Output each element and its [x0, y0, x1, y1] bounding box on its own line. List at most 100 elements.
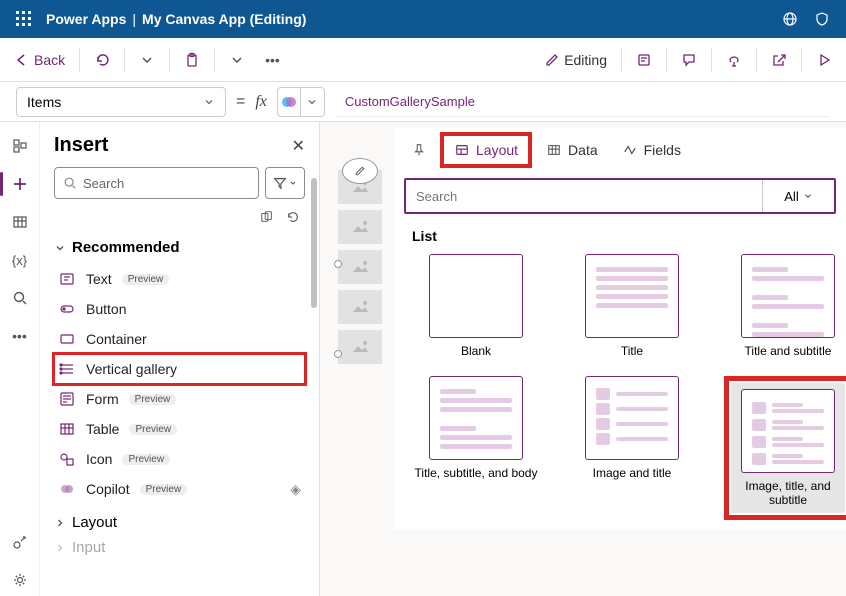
- data-icon: [546, 142, 562, 158]
- scrollbar-thumb[interactable]: [311, 178, 317, 308]
- insert-item-table[interactable]: Table Preview: [54, 414, 305, 444]
- equals-sign: =: [236, 93, 245, 111]
- insert-item-text[interactable]: Text Preview: [54, 264, 305, 294]
- share-button[interactable]: [763, 44, 795, 76]
- layout-icon: [454, 142, 470, 158]
- chevron-down-icon: [203, 96, 215, 108]
- canvas-area: Layout Data Fields All: [320, 122, 846, 596]
- input-section-header[interactable]: Input: [54, 539, 305, 556]
- back-button[interactable]: Back: [6, 44, 73, 76]
- layout-option-image-title-subtitle[interactable]: Image, title, and subtitle: [731, 383, 845, 513]
- layout-option-image-title[interactable]: Image and title: [568, 376, 696, 520]
- product-name: Power Apps: [46, 11, 126, 27]
- insert-search-input[interactable]: Search: [54, 167, 259, 199]
- editing-mode-button[interactable]: Editing: [536, 44, 615, 76]
- form-icon: [58, 390, 76, 408]
- back-label: Back: [34, 52, 65, 68]
- paste-split-chevron[interactable]: [221, 44, 253, 76]
- layout-option-title-subtitle[interactable]: Title and subtitle: [724, 254, 846, 358]
- layout-section-label: Layout: [72, 514, 117, 531]
- rail-variables-icon[interactable]: {x}: [4, 244, 36, 276]
- gallery-row-thumb: [338, 210, 382, 244]
- title-separator: |: [132, 11, 136, 27]
- gallery-icon: [58, 360, 76, 378]
- tab-layout[interactable]: Layout: [440, 132, 532, 168]
- collapse-icon[interactable]: [259, 209, 275, 225]
- suite-header: Power Apps | My Canvas App (Editing): [0, 0, 846, 38]
- pin-icon[interactable]: [402, 137, 436, 163]
- filter-button[interactable]: [265, 167, 305, 199]
- health-button[interactable]: [718, 44, 750, 76]
- insert-item-icon[interactable]: Icon Preview: [54, 444, 305, 474]
- layout-option-title[interactable]: Title: [568, 254, 696, 358]
- insert-item-container[interactable]: Container: [54, 324, 305, 354]
- rail-settings-icon[interactable]: [4, 564, 36, 596]
- undo-button[interactable]: [86, 44, 118, 76]
- layout-section-header[interactable]: Layout: [54, 514, 305, 531]
- chevron-right-icon: [54, 517, 66, 529]
- copilot-formula-icon[interactable]: [277, 87, 301, 117]
- insert-item-form[interactable]: Form Preview: [54, 384, 305, 414]
- formula-bar: Items = fx CustomGallerySample: [0, 82, 846, 122]
- undo-split-chevron[interactable]: [131, 44, 163, 76]
- formula-expand-chevron[interactable]: [301, 87, 325, 117]
- property-selector[interactable]: Items: [16, 87, 226, 117]
- refresh-icon[interactable]: [285, 209, 301, 225]
- layout-option-blank[interactable]: Blank: [412, 254, 540, 358]
- layout-search-row: All: [404, 178, 836, 214]
- insert-title: Insert: [54, 134, 305, 157]
- list-section-label: List: [412, 228, 836, 244]
- chevron-down-icon: [289, 179, 297, 187]
- table-icon: [58, 420, 76, 438]
- gallery-row-thumb: [338, 250, 382, 284]
- rail-tree-icon[interactable]: [4, 130, 36, 162]
- rail-more-icon[interactable]: •••: [4, 320, 36, 352]
- premium-icon: ◈: [290, 481, 301, 498]
- editing-label: Editing: [564, 52, 607, 68]
- text-icon: [58, 270, 76, 288]
- insert-item-vertical-gallery[interactable]: Vertical gallery: [54, 354, 305, 384]
- tab-fields[interactable]: Fields: [612, 136, 691, 164]
- insert-item-button[interactable]: Button: [54, 294, 305, 324]
- resize-handle[interactable]: [334, 260, 342, 268]
- layout-search-input[interactable]: [406, 180, 762, 212]
- tab-data[interactable]: Data: [536, 136, 608, 164]
- container-icon: [58, 330, 76, 348]
- waffle-icon[interactable]: [8, 3, 40, 35]
- environment-icon[interactable]: [774, 3, 806, 35]
- filter-icon: [273, 176, 287, 190]
- comments-button[interactable]: [673, 44, 705, 76]
- settings-shield-icon[interactable]: [806, 3, 838, 35]
- fx-label: fx: [255, 93, 267, 111]
- gallery-edit-icon[interactable]: [342, 158, 378, 184]
- copilot-icon: [58, 480, 76, 498]
- search-icon: [63, 176, 77, 190]
- play-button[interactable]: [808, 44, 840, 76]
- button-icon: [58, 300, 76, 318]
- close-panel-button[interactable]: ✕: [292, 136, 305, 156]
- resize-handle[interactable]: [334, 350, 342, 358]
- gallery-row-thumb: [338, 330, 382, 364]
- notes-button[interactable]: [628, 44, 660, 76]
- recommended-section-header[interactable]: Recommended: [54, 239, 305, 256]
- gallery-control-preview[interactable]: [338, 170, 382, 370]
- formula-value: CustomGallerySample: [345, 94, 475, 109]
- paste-button[interactable]: [176, 44, 208, 76]
- formula-input[interactable]: CustomGallerySample: [335, 87, 830, 117]
- rail-data-icon[interactable]: [4, 206, 36, 238]
- rail-insert-icon[interactable]: [4, 168, 36, 200]
- more-button[interactable]: •••: [257, 44, 288, 76]
- property-name: Items: [27, 94, 61, 110]
- recommended-label: Recommended: [72, 239, 180, 256]
- search-placeholder: Search: [83, 176, 124, 191]
- layout-option-title-subtitle-body[interactable]: Title, subtitle, and body: [412, 376, 540, 520]
- gallery-row-thumb: [338, 290, 382, 324]
- chevron-down-icon: [803, 191, 813, 201]
- left-rail: {x} •••: [0, 122, 40, 596]
- insert-item-copilot[interactable]: Copilot Preview ◈: [54, 474, 305, 504]
- flyout-tab-row: Layout Data Fields: [394, 128, 846, 172]
- rail-tools-icon[interactable]: [4, 526, 36, 558]
- rail-search-icon[interactable]: [4, 282, 36, 314]
- command-bar: Back ••• Editing: [0, 38, 846, 82]
- filter-all-dropdown[interactable]: All: [762, 180, 834, 212]
